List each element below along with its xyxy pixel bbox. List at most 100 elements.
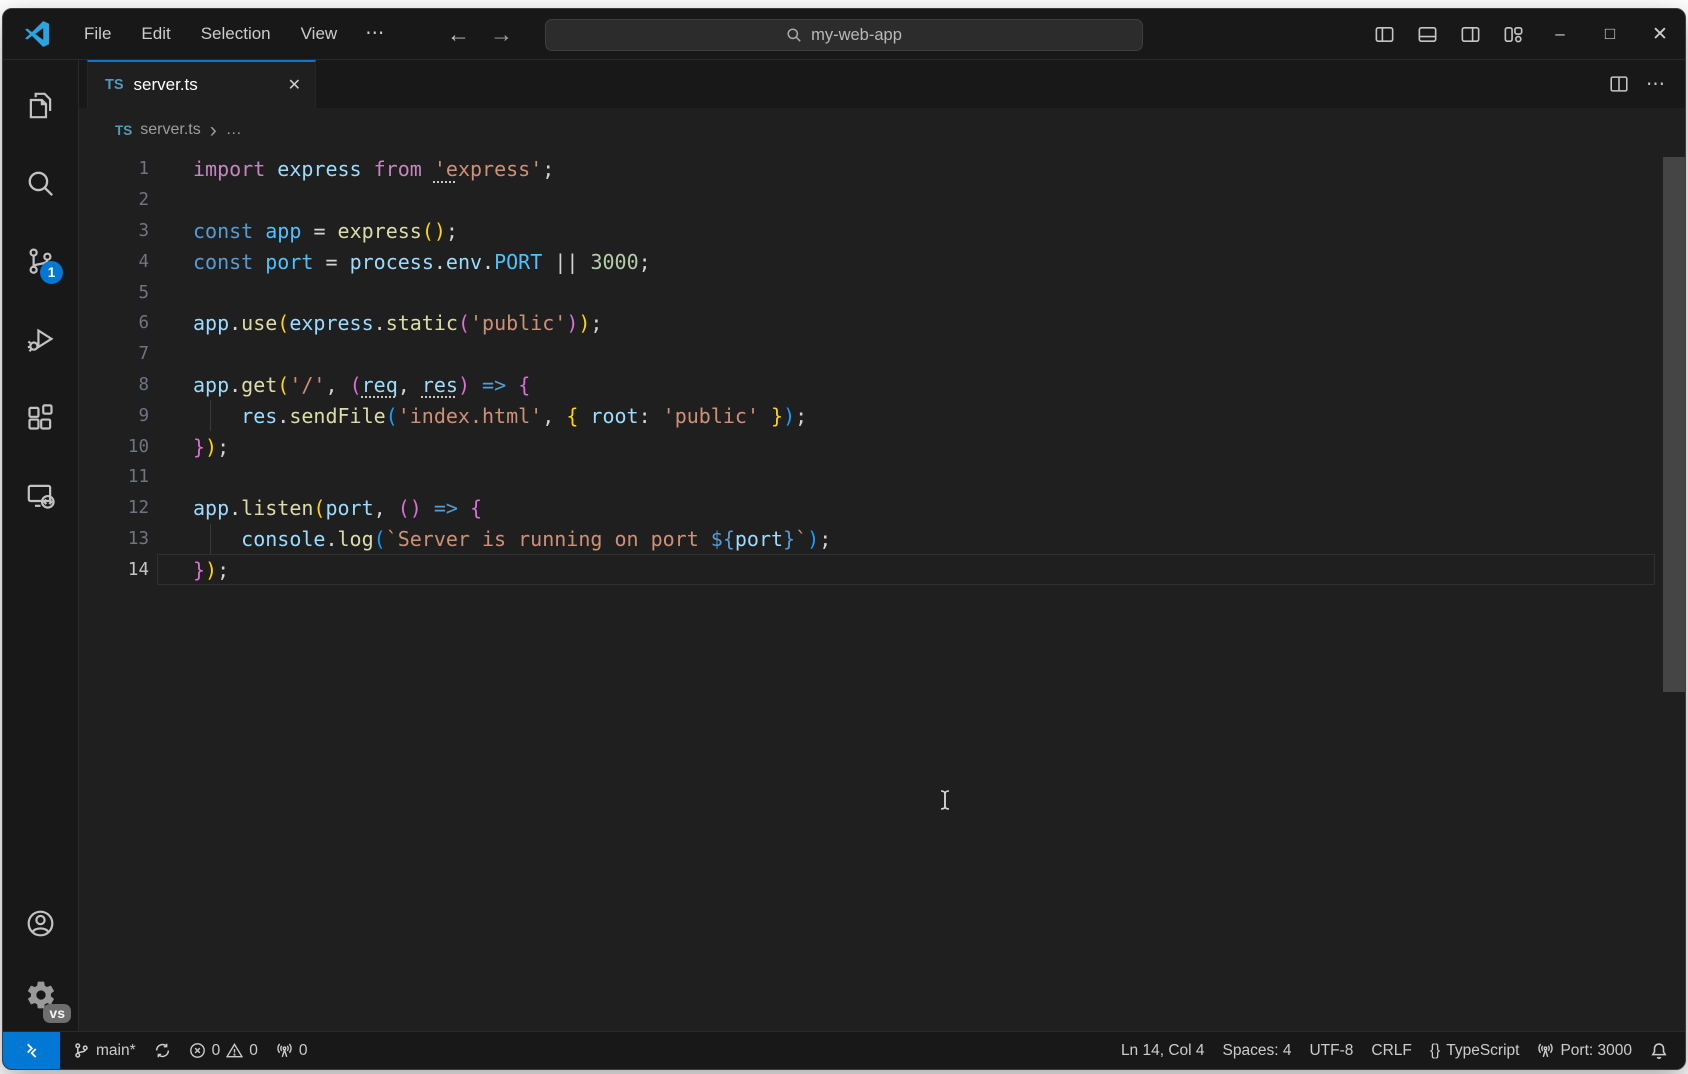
code-line[interactable]: 3const app = express();: [79, 216, 1685, 247]
toggle-panel-icon[interactable]: [1406, 9, 1449, 59]
code-token: PORT: [494, 250, 542, 274]
code-token: 'e: [434, 157, 458, 181]
explorer-icon[interactable]: [3, 66, 78, 144]
breadcrumb: TS server.ts › …: [79, 108, 1685, 152]
tab-server-ts[interactable]: TS server.ts ✕: [87, 60, 316, 108]
line-number: 3: [79, 221, 149, 241]
window-minimize-button[interactable]: –: [1535, 9, 1585, 59]
tab-close-icon[interactable]: ✕: [282, 73, 307, 97]
problems-status[interactable]: 0 0: [180, 1032, 267, 1069]
code-token: }: [771, 404, 783, 428]
language-mode-status[interactable]: {} TypeScript: [1421, 1032, 1529, 1069]
code-token: [422, 157, 434, 181]
code-line[interactable]: 6app.use(express.static('public'));: [79, 308, 1685, 339]
code-line[interactable]: 10});: [79, 431, 1685, 462]
indentation-status[interactable]: Spaces: 4: [1214, 1032, 1301, 1069]
code-token: express: [338, 219, 422, 243]
split-editor-icon[interactable]: [1602, 67, 1636, 101]
code-token: =>: [482, 373, 506, 397]
code-token: ,: [398, 373, 410, 397]
window-close-button[interactable]: ✕: [1635, 9, 1685, 59]
toggle-sidebar-icon[interactable]: [1363, 9, 1406, 59]
code-editor[interactable]: 1import express from 'express';23const a…: [79, 152, 1685, 1031]
vscode-logo-icon: [24, 21, 50, 47]
code-token: ;: [446, 219, 458, 243]
breadcrumb-file[interactable]: server.ts: [140, 121, 200, 139]
customize-layout-icon[interactable]: [1492, 9, 1535, 59]
code-token: ,: [374, 496, 386, 520]
code-line[interactable]: 12app.listen(port, () => {: [79, 493, 1685, 524]
navigate-forward-icon[interactable]: →: [490, 9, 513, 59]
code-line[interactable]: 1import express from 'express';: [79, 154, 1685, 185]
code-token: `: [795, 527, 807, 551]
menu-more-ellipsis[interactable]: ⋯: [353, 18, 398, 50]
extensions-icon[interactable]: [3, 378, 78, 456]
line-content: res.sendFile('index.html', { root: 'publ…: [149, 404, 807, 428]
code-token: [338, 250, 350, 274]
code-line[interactable]: 8app.get('/', (req, res) => {: [79, 370, 1685, 401]
search-icon: [786, 27, 802, 43]
editor-more-actions-icon[interactable]: ⋯: [1640, 73, 1673, 96]
menu-view[interactable]: View: [287, 18, 352, 50]
cursor-position-status[interactable]: Ln 14, Col 4: [1112, 1032, 1214, 1069]
indent-guide: [210, 400, 211, 431]
eol-status[interactable]: CRLF: [1362, 1032, 1420, 1069]
menu-file[interactable]: File: [70, 18, 125, 50]
code-token: get: [241, 373, 277, 397]
breadcrumb-symbol-more[interactable]: …: [226, 121, 242, 139]
remote-explorer-icon[interactable]: [3, 456, 78, 534]
code-token: ;: [217, 435, 229, 459]
code-line[interactable]: 13 console.log(`Server is running on por…: [79, 524, 1685, 555]
code-token: ,: [542, 404, 554, 428]
menu-selection[interactable]: Selection: [187, 18, 285, 50]
scm-badge: 1: [40, 261, 63, 284]
code-token: ): [458, 373, 470, 397]
code-token: [759, 404, 771, 428]
encoding-status[interactable]: UTF-8: [1300, 1032, 1362, 1069]
code-token: =: [313, 219, 325, 243]
line-content: const port = process.env.PORT || 3000;: [149, 250, 651, 274]
port-forward-status[interactable]: Port: 3000: [1528, 1032, 1641, 1069]
menu-edit[interactable]: Edit: [127, 18, 184, 50]
menu-bar: File Edit Selection View ⋯: [70, 18, 398, 50]
forwarded-ports-status[interactable]: 0: [267, 1032, 317, 1069]
code-token: [422, 496, 434, 520]
toggle-secondary-sidebar-icon[interactable]: [1449, 9, 1492, 59]
statusbar-right: Ln 14, Col 4 Spaces: 4 UTF-8 CRLF {} Typ…: [1112, 1032, 1685, 1069]
code-token: env: [446, 250, 482, 274]
run-debug-icon[interactable]: [3, 300, 78, 378]
search-view-icon[interactable]: [3, 144, 78, 222]
code-token: =>: [434, 496, 458, 520]
window-maximize-button[interactable]: □: [1585, 9, 1635, 59]
code-line[interactable]: 5: [79, 277, 1685, 308]
code-token: app: [193, 373, 229, 397]
editor-scrollbar[interactable]: [1663, 157, 1685, 692]
code-line[interactable]: 7: [79, 339, 1685, 370]
line-content: console.log(`Server is running on port $…: [149, 527, 831, 551]
code-line[interactable]: 9 res.sendFile('index.html', { root: 'pu…: [79, 400, 1685, 431]
status-bar: main* 0 0 0 Ln 14, Col 4 Spaces: 4 UTF-8…: [3, 1031, 1685, 1069]
settings-gear-icon[interactable]: vs: [3, 959, 78, 1031]
sync-changes-button[interactable]: [145, 1032, 180, 1069]
remote-indicator[interactable]: [3, 1032, 60, 1069]
code-line[interactable]: 2: [79, 185, 1685, 216]
code-token: res: [422, 373, 458, 397]
code-token: '/': [289, 373, 325, 397]
code-token: console: [241, 527, 325, 551]
code-token: process: [350, 250, 434, 274]
command-center-search[interactable]: my-web-app: [545, 19, 1143, 51]
code-token: (: [277, 373, 289, 397]
code-token: 'public': [470, 311, 566, 335]
notifications-bell[interactable]: [1641, 1032, 1677, 1069]
navigate-back-icon[interactable]: ←: [447, 9, 470, 59]
code-token: ): [434, 219, 446, 243]
source-control-icon[interactable]: 1: [3, 222, 78, 300]
ports-count: 0: [299, 1042, 308, 1060]
git-branch-status[interactable]: main*: [64, 1032, 145, 1069]
code-line[interactable]: 11: [79, 462, 1685, 493]
accounts-icon[interactable]: [3, 887, 78, 959]
code-token: [578, 404, 590, 428]
code-line[interactable]: 4const port = process.env.PORT || 3000;: [79, 246, 1685, 277]
code-line[interactable]: 14});: [79, 554, 1685, 585]
remote-icon: [22, 1041, 41, 1060]
